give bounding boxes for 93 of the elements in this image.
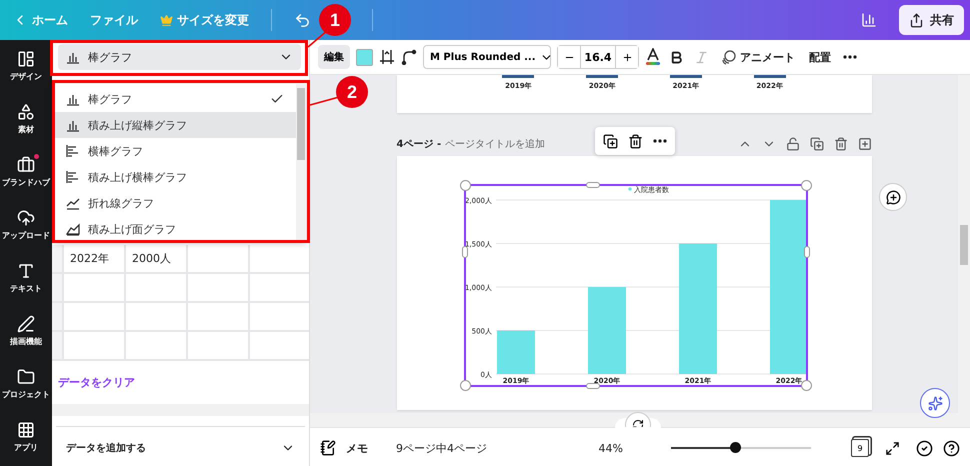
text-color-icon[interactable] xyxy=(645,48,661,66)
unlock-icon[interactable] xyxy=(786,137,800,151)
page-title-placeholder[interactable]: ページタイトルを追加 xyxy=(445,137,546,151)
slider-thumb[interactable] xyxy=(730,442,742,453)
add-page-icon[interactable] xyxy=(858,137,872,151)
check-circle-icon[interactable] xyxy=(916,440,933,456)
scrollbar[interactable] xyxy=(310,413,958,427)
crown-icon xyxy=(160,14,173,26)
resize-handle[interactable] xyxy=(800,180,812,191)
chart-bar xyxy=(496,330,534,374)
bold-icon xyxy=(669,50,684,64)
font-select[interactable]: M Plus Rounded ... xyxy=(423,45,551,69)
animate-button[interactable]: アニメート xyxy=(717,50,799,64)
share-icon xyxy=(909,12,924,28)
shapes-icon xyxy=(17,103,35,121)
chart-bar xyxy=(670,75,702,78)
menu-item[interactable]: 棒グラフ xyxy=(54,86,296,112)
share-button[interactable]: 共有 xyxy=(899,5,964,35)
fullscreen-icon[interactable] xyxy=(885,440,900,456)
more-icon xyxy=(653,139,667,143)
clear-data-link[interactable]: データをクリア xyxy=(52,361,309,404)
resize-handle[interactable] xyxy=(460,380,470,391)
row-header-cell[interactable] xyxy=(52,245,62,272)
pen-icon xyxy=(17,315,35,333)
undo-icon[interactable] xyxy=(294,12,311,28)
sparkle-icon xyxy=(928,396,942,410)
horizontal-bar-chart-icon xyxy=(66,170,80,184)
row-header-cell[interactable] xyxy=(52,303,62,330)
duplicate-icon[interactable] xyxy=(603,134,618,148)
trash-icon[interactable] xyxy=(628,134,643,148)
duplicate-icon[interactable] xyxy=(810,137,824,151)
curve-icon[interactable] xyxy=(401,49,417,65)
page-number: 4ページ - xyxy=(396,138,442,151)
sidebar-item[interactable]: アップロード xyxy=(1,209,51,241)
resize-handle[interactable] xyxy=(460,180,470,191)
area-chart-icon xyxy=(66,222,80,236)
trash-icon[interactable] xyxy=(834,137,848,151)
chart-type-select[interactable]: 棒グラフ xyxy=(58,44,301,70)
scrollbar[interactable] xyxy=(958,75,970,427)
arrange-button[interactable]: 配置 xyxy=(805,50,835,64)
line-chart-icon xyxy=(66,196,80,210)
sidebar-item[interactable]: プロジェクト xyxy=(1,368,51,400)
menu-item[interactable]: 折れ線グラフ xyxy=(54,190,296,216)
table-cell[interactable]: 2000人 xyxy=(124,245,186,272)
sidebar-item[interactable]: テキスト xyxy=(1,262,51,294)
resize-handle[interactable] xyxy=(586,182,600,188)
resize-handle[interactable] xyxy=(586,383,600,389)
comment-icon xyxy=(886,190,900,204)
chart-bar xyxy=(586,75,618,78)
row-header-cell[interactable] xyxy=(52,274,62,301)
sidebar-item[interactable]: ブランドハブ xyxy=(1,156,51,188)
chart-bar xyxy=(754,75,786,78)
table-cell[interactable]: 2022年 xyxy=(62,245,124,272)
folder-icon xyxy=(17,368,35,386)
comment-button[interactable] xyxy=(879,183,907,211)
chart-icon[interactable] xyxy=(861,12,877,28)
magic-button[interactable] xyxy=(920,388,950,418)
more-button[interactable] xyxy=(841,55,859,59)
sidebar-item[interactable]: 素材 xyxy=(1,103,51,135)
layout-icon xyxy=(17,50,35,68)
sidebar-item[interactable]: アプリ xyxy=(1,421,51,453)
more-icon xyxy=(843,55,857,59)
animate-icon xyxy=(721,50,736,64)
row-header-cell[interactable] xyxy=(52,332,62,359)
bar-chart-icon xyxy=(66,50,80,64)
page-count[interactable]: 9 xyxy=(851,439,869,457)
resize-handle[interactable] xyxy=(800,380,812,391)
horizontal-bar-chart-icon xyxy=(66,144,80,158)
menu-item[interactable]: 積み上げ横棒グラフ xyxy=(54,164,296,190)
notes-icon[interactable] xyxy=(320,440,336,456)
resize-handle[interactable] xyxy=(462,246,468,258)
italic-icon xyxy=(694,50,709,64)
text-icon xyxy=(17,262,35,280)
help-icon[interactable] xyxy=(943,440,960,456)
scrollbar[interactable] xyxy=(52,404,309,416)
menu-item[interactable]: 横棒グラフ xyxy=(54,138,296,164)
chart-bar xyxy=(502,75,534,78)
color-swatch[interactable] xyxy=(356,48,373,66)
menu-item[interactable]: 積み上げ面グラフ xyxy=(54,216,296,242)
notes-label[interactable]: メモ xyxy=(346,440,368,456)
sidebar-item[interactable]: 描画機能 xyxy=(1,315,51,347)
page-indicator: 9ページ中4ページ xyxy=(396,440,487,456)
zoom-percent: 44% xyxy=(598,442,623,454)
bar-chart-icon xyxy=(66,92,80,106)
sidebar-item[interactable]: デザイン xyxy=(1,50,51,82)
briefcase-icon xyxy=(17,156,35,174)
apps-icon xyxy=(17,421,35,439)
menu-item[interactable]: 積み上げ縦棒グラフ xyxy=(54,112,296,138)
edit-button[interactable]: 編集 xyxy=(318,45,350,69)
bar-chart-icon xyxy=(66,118,80,132)
upload-icon xyxy=(17,209,35,227)
spacing-icon[interactable] xyxy=(379,49,395,65)
scrollbar[interactable] xyxy=(296,84,306,242)
